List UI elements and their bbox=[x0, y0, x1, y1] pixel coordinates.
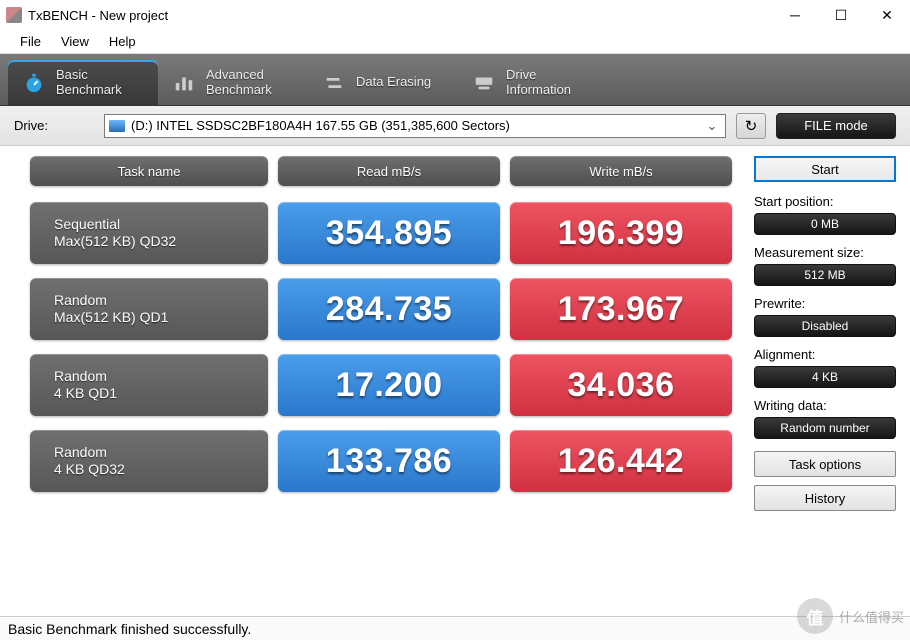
tab-label: DriveInformation bbox=[506, 68, 571, 98]
write-value: 196.399 bbox=[510, 202, 732, 264]
prewrite-value[interactable]: Disabled bbox=[754, 315, 896, 337]
read-value: 284.735 bbox=[278, 278, 500, 340]
menu-view[interactable]: View bbox=[51, 32, 99, 51]
window-controls: ─ ☐ ✕ bbox=[772, 0, 910, 30]
mode-label: FILE mode bbox=[804, 118, 868, 133]
tab-label: AdvancedBenchmark bbox=[206, 68, 272, 98]
read-value: 17.200 bbox=[278, 354, 500, 416]
tabbar: BasicBenchmark AdvancedBenchmark Data Er… bbox=[0, 54, 910, 106]
menu-help[interactable]: Help bbox=[99, 32, 146, 51]
alignment-value[interactable]: 4 KB bbox=[754, 366, 896, 388]
drive-label: Drive: bbox=[14, 118, 94, 133]
task-cell: Random4 KB QD1 bbox=[30, 354, 268, 416]
table-row: RandomMax(512 KB) QD1 284.735 173.967 bbox=[30, 278, 736, 340]
alignment-label: Alignment: bbox=[754, 347, 896, 362]
task-cell: Random4 KB QD32 bbox=[30, 430, 268, 492]
tab-label: BasicBenchmark bbox=[56, 68, 122, 98]
read-value: 354.895 bbox=[278, 202, 500, 264]
prewrite-label: Prewrite: bbox=[754, 296, 896, 311]
status-text: Basic Benchmark finished successfully. bbox=[8, 621, 251, 637]
measurement-size-value[interactable]: 512 MB bbox=[754, 264, 896, 286]
drive-select[interactable]: (D:) INTEL SSDSC2BF180A4H 167.55 GB (351… bbox=[104, 114, 726, 138]
app-icon bbox=[6, 7, 22, 23]
bars-icon bbox=[172, 71, 196, 95]
main-area: Task name Read mB/s Write mB/s Sequentia… bbox=[0, 146, 910, 511]
write-value: 173.967 bbox=[510, 278, 732, 340]
file-mode-button[interactable]: FILE mode bbox=[776, 113, 896, 139]
drive-row: Drive: (D:) INTEL SSDSC2BF180A4H 167.55 … bbox=[0, 106, 910, 146]
table-row: Random4 KB QD32 133.786 126.442 bbox=[30, 430, 736, 492]
header-read: Read mB/s bbox=[278, 156, 500, 186]
writing-data-value[interactable]: Random number bbox=[754, 417, 896, 439]
write-value: 34.036 bbox=[510, 354, 732, 416]
history-button[interactable]: History bbox=[754, 485, 896, 511]
table-row: SequentialMax(512 KB) QD32 354.895 196.3… bbox=[30, 202, 736, 264]
writing-data-label: Writing data: bbox=[754, 398, 896, 413]
close-button[interactable]: ✕ bbox=[864, 0, 910, 30]
tab-drive-information[interactable]: DriveInformation bbox=[458, 60, 608, 105]
measurement-size-label: Measurement size: bbox=[754, 245, 896, 260]
drive-value: (D:) INTEL SSDSC2BF180A4H 167.55 GB (351… bbox=[131, 118, 703, 133]
read-value: 133.786 bbox=[278, 430, 500, 492]
menubar: File View Help bbox=[0, 30, 910, 54]
watermark-badge: 值 bbox=[797, 598, 833, 634]
start-position-value[interactable]: 0 MB bbox=[754, 213, 896, 235]
hdd-icon bbox=[109, 120, 125, 132]
tab-basic-benchmark[interactable]: BasicBenchmark bbox=[8, 60, 158, 105]
start-button[interactable]: Start bbox=[754, 156, 896, 182]
refresh-button[interactable]: ↻ bbox=[736, 113, 766, 139]
results-table: Task name Read mB/s Write mB/s Sequentia… bbox=[30, 156, 736, 511]
status-bar: Basic Benchmark finished successfully. bbox=[0, 616, 910, 640]
task-options-button[interactable]: Task options bbox=[754, 451, 896, 477]
menu-file[interactable]: File bbox=[10, 32, 51, 51]
window-title: TxBENCH - New project bbox=[28, 8, 772, 23]
maximize-button[interactable]: ☐ bbox=[818, 0, 864, 30]
titlebar: TxBENCH - New project ─ ☐ ✕ bbox=[0, 0, 910, 30]
refresh-icon: ↻ bbox=[745, 117, 758, 135]
side-panel: Start Start position: 0 MB Measurement s… bbox=[754, 156, 896, 511]
drive-icon bbox=[472, 71, 496, 95]
erase-icon bbox=[322, 71, 346, 95]
header-write: Write mB/s bbox=[510, 156, 732, 186]
watermark: 值 什么值得买 bbox=[797, 598, 904, 634]
header-task: Task name bbox=[30, 156, 268, 186]
start-position-label: Start position: bbox=[754, 194, 896, 209]
watermark-text: 什么值得买 bbox=[839, 607, 904, 626]
task-cell: SequentialMax(512 KB) QD32 bbox=[30, 202, 268, 264]
header-row: Task name Read mB/s Write mB/s bbox=[30, 156, 736, 186]
tab-data-erasing[interactable]: Data Erasing bbox=[308, 60, 458, 105]
tab-advanced-benchmark[interactable]: AdvancedBenchmark bbox=[158, 60, 308, 105]
chevron-down-icon: ⌄ bbox=[703, 118, 721, 134]
table-row: Random4 KB QD1 17.200 34.036 bbox=[30, 354, 736, 416]
stopwatch-icon bbox=[22, 71, 46, 95]
task-cell: RandomMax(512 KB) QD1 bbox=[30, 278, 268, 340]
tab-label: Data Erasing bbox=[356, 75, 431, 90]
write-value: 126.442 bbox=[510, 430, 732, 492]
minimize-button[interactable]: ─ bbox=[772, 0, 818, 30]
